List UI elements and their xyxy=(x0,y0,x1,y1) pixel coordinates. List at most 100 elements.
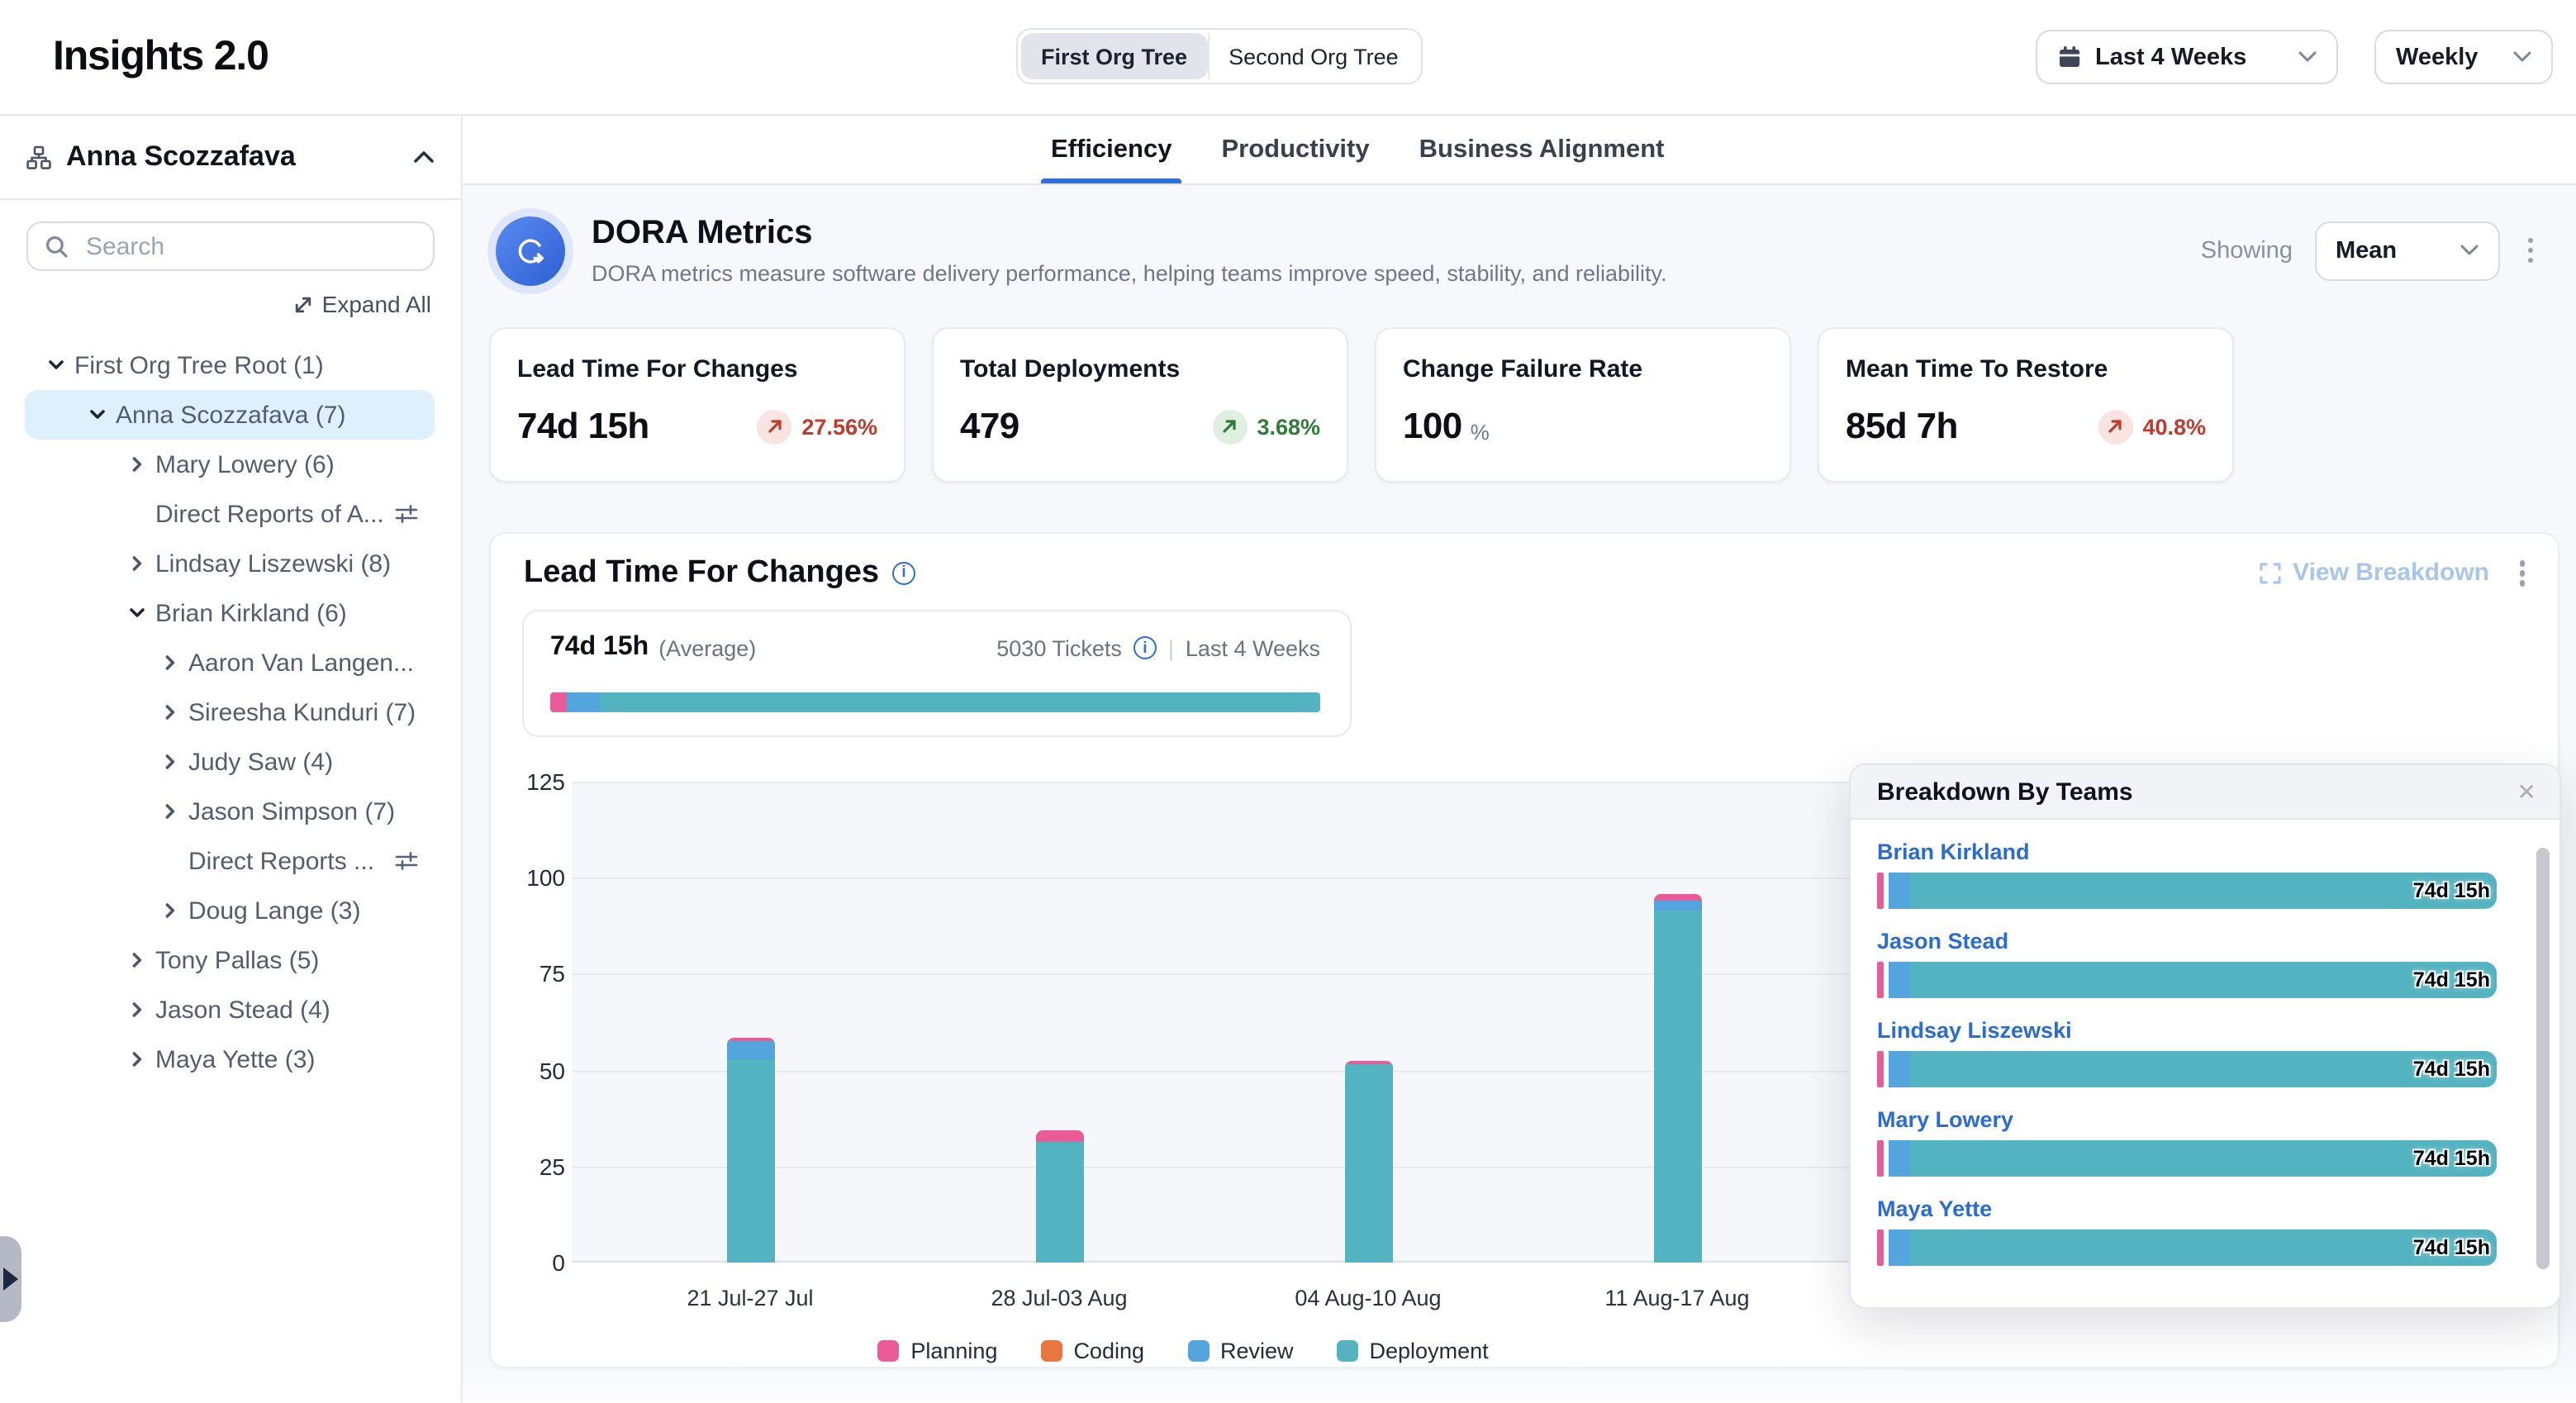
chevron-down-icon xyxy=(46,355,66,375)
tree-item[interactable]: Mary Lowery (6) xyxy=(25,440,435,489)
granularity-select[interactable]: Weekly xyxy=(2374,30,2553,84)
tree-item[interactable]: Jason Stead (4) xyxy=(25,985,435,1034)
metric-cards-row: Lead Time For Changes74d 15h27.56%Total … xyxy=(489,327,2576,483)
search-icon xyxy=(45,234,69,259)
expand-all-button[interactable]: Expand All xyxy=(0,291,461,317)
bar-segment-deployment xyxy=(1653,911,1701,1263)
chevron-right-icon xyxy=(127,454,147,474)
lead-time-title: Lead Time For Changes xyxy=(524,555,915,592)
filter-tune-icon[interactable] xyxy=(395,502,418,526)
tree-item[interactable]: Doug Lange (3) xyxy=(25,886,435,935)
dora-titles: DORA Metrics DORA metrics measure softwa… xyxy=(592,215,1667,286)
bar-segment-planning xyxy=(1653,895,1701,901)
chevron-up-icon[interactable] xyxy=(413,150,435,164)
legend-swatch xyxy=(877,1340,899,1362)
date-range-select[interactable]: Last 4 Weeks xyxy=(2036,30,2338,84)
y-axis-tick-label: 100 xyxy=(491,864,565,891)
fullscreen-icon xyxy=(2258,562,2281,585)
legend-label: Review xyxy=(1220,1339,1294,1363)
sidebar-expand-handle[interactable] xyxy=(0,1236,21,1322)
team-name-link[interactable]: Jason Stead xyxy=(1877,929,2497,954)
sidebar-search[interactable] xyxy=(26,221,435,271)
tree-item[interactable]: Direct Reports of A... xyxy=(25,489,435,539)
trend-up-arrow-icon xyxy=(1212,409,1247,444)
summary-segment-deployment xyxy=(600,692,1320,712)
tree-item[interactable]: Jason Simpson (7) xyxy=(25,787,435,836)
tree-item[interactable]: Aaron Van Langen... xyxy=(25,638,435,687)
tab-efficiency[interactable]: Efficiency xyxy=(1048,116,1175,183)
tree-item[interactable]: Sireesha Kunduri (7) xyxy=(25,687,435,737)
org-tree-toggle-button[interactable]: First Org Tree xyxy=(1021,33,1207,79)
chevron-down-icon xyxy=(2460,245,2478,256)
team-bar-planning xyxy=(1877,1140,1884,1177)
close-icon[interactable]: ✕ xyxy=(2517,780,2536,803)
tree-item-label: Jason Stead (4) xyxy=(155,996,330,1024)
tree-item[interactable]: Direct Reports ... xyxy=(25,836,435,886)
chevron-right-icon xyxy=(160,702,180,722)
org-tree: First Org Tree Root (1) Anna Scozzafava (… xyxy=(0,340,461,1084)
showing-value: Mean xyxy=(2336,237,2397,264)
team-stacked-bar: 74d 15h xyxy=(1877,1229,2497,1266)
insights-app: Insights 2.0 First Org TreeSecond Org Tr… xyxy=(0,0,2576,1403)
legend-label: Planning xyxy=(910,1339,997,1363)
summary-segment-review xyxy=(568,692,600,712)
panel-title: Breakdown By Teams xyxy=(1877,778,2133,806)
metric-card-title: Change Failure Rate xyxy=(1403,355,1763,383)
tree-item[interactable]: Maya Yette (3) xyxy=(25,1034,435,1084)
expand-all-label: Expand All xyxy=(322,291,431,317)
tab-productivity[interactable]: Productivity xyxy=(1218,116,1372,183)
lead-time-kebab-icon[interactable] xyxy=(2512,554,2531,592)
team-bar-value: 74d 15h xyxy=(2413,1058,2490,1081)
tree-item-label: Anna Scozzafava (7) xyxy=(116,401,346,429)
tree-item[interactable]: First Org Tree Root (1) xyxy=(25,340,435,390)
tree-item[interactable]: Anna Scozzafava (7) xyxy=(25,390,435,440)
team-bar-deployment xyxy=(1910,1140,2497,1177)
info-icon[interactable] xyxy=(892,562,915,585)
tree-item[interactable]: Tony Pallas (5) xyxy=(25,935,435,985)
view-breakdown-button[interactable]: View Breakdown xyxy=(2258,559,2489,587)
metric-delta-badge: 27.56% xyxy=(757,409,877,444)
team-name-link[interactable]: Mary Lowery xyxy=(1877,1107,2497,1132)
tree-item[interactable]: Lindsay Liszewski (8) xyxy=(25,539,435,588)
legend-swatch xyxy=(1040,1340,1062,1362)
chart-bar xyxy=(1035,1130,1083,1263)
team-name-link[interactable]: Brian Kirkland xyxy=(1877,839,2497,864)
showing-select[interactable]: Mean xyxy=(2314,221,2499,280)
metric-card-value-row: 4793.68% xyxy=(960,405,1320,448)
info-icon[interactable] xyxy=(1134,636,1157,659)
metric-delta-badge: 40.8% xyxy=(2098,409,2206,444)
sidebar-header: Anna Scozzafava xyxy=(0,116,461,200)
panel-scrollbar-thumb[interactable] xyxy=(2536,848,2550,1269)
summary-meta: 5030 Tickets | Last 4 Weeks xyxy=(996,635,1320,660)
summary-average-label: (Average) xyxy=(658,635,756,660)
filter-tune-icon[interactable] xyxy=(395,849,418,873)
play-arrow-icon xyxy=(3,1267,18,1291)
tree-item[interactable]: Brian Kirkland (6) xyxy=(25,588,435,638)
dora-title: DORA Metrics xyxy=(592,215,1667,253)
legend-item: Planning xyxy=(877,1339,997,1363)
search-input[interactable] xyxy=(83,231,418,262)
x-axis-tick-label: 11 Aug-17 Aug xyxy=(1604,1286,1749,1310)
y-axis-tick-label: 25 xyxy=(491,1153,565,1180)
team-name-link[interactable]: Maya Yette xyxy=(1877,1196,2497,1221)
dora-cycle-icon xyxy=(496,216,565,285)
y-axis-tick-label: 0 xyxy=(491,1249,565,1276)
divider: | xyxy=(1168,635,1174,660)
org-tree-toggle-button[interactable]: Second Org Tree xyxy=(1207,33,1419,79)
legend-item: Review xyxy=(1187,1339,1294,1363)
lead-time-actions: View Breakdown xyxy=(2258,554,2531,592)
team-bar-deployment xyxy=(1910,962,2497,998)
expand-all-icon xyxy=(292,293,314,315)
team-stacked-bar: 74d 15h xyxy=(1877,873,2497,909)
team-stacked-bar: 74d 15h xyxy=(1877,962,2497,998)
main-content: Efficiency Productivity Business Alignment… xyxy=(463,116,2576,1403)
tab-business-alignment[interactable]: Business Alignment xyxy=(1416,116,1668,183)
dora-menu-kebab-icon[interactable] xyxy=(2521,231,2540,270)
metric-card-value: 85d 7h xyxy=(1846,405,1958,448)
team-name-link[interactable]: Lindsay Liszewski xyxy=(1877,1018,2497,1043)
chart-bar xyxy=(1653,895,1701,1263)
tree-item[interactable]: Judy Saw (4) xyxy=(25,737,435,787)
metric-card: Mean Time To Restore85d 7h40.8% xyxy=(1818,327,2234,483)
tree-item-label: First Org Tree Root (1) xyxy=(74,351,324,379)
y-axis-tick-label: 50 xyxy=(491,1057,565,1083)
